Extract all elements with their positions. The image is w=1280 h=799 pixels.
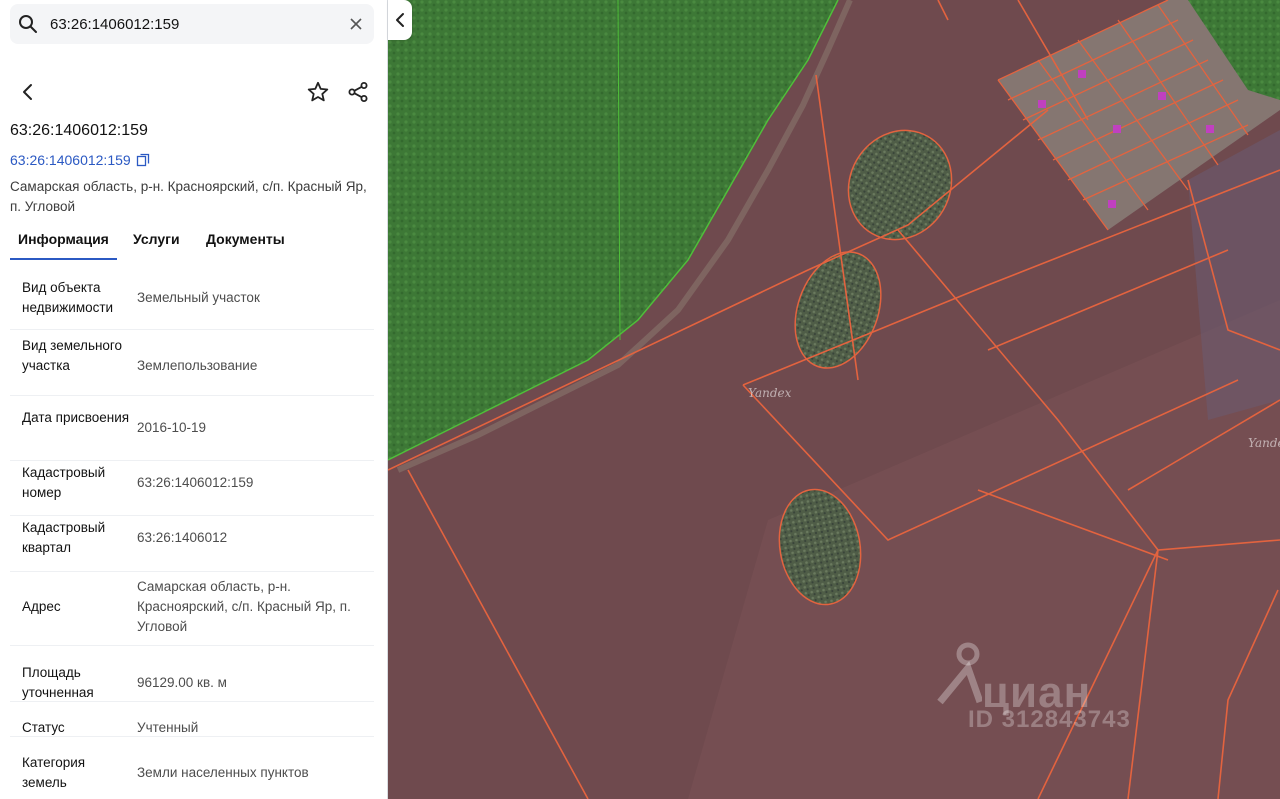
side-panel: 63:26:1406012:159 63:26:1406012:159 Сама… (0, 0, 388, 799)
property-key: Вид земельного участка (22, 338, 123, 373)
property-key: Площадь уточненная (22, 665, 94, 700)
properties-table: Вид объекта недвижимости Земельный участ… (10, 263, 374, 799)
property-key: Адрес (22, 599, 61, 614)
property-value: 96129.00 кв. м (137, 675, 227, 690)
property-value: Земельный участок (137, 290, 260, 305)
provider-label: Yandex (1248, 436, 1280, 450)
table-row: Кадастровый квартал 63:26:1406012 (10, 516, 374, 572)
property-key: Кадастровый квартал (22, 520, 106, 555)
chevron-left-icon[interactable] (393, 12, 407, 28)
table-row: Вид земельного участка Землепользование (10, 330, 374, 396)
table-row: Кадастровый номер 63:26:1406012:159 (10, 461, 374, 516)
search-icon[interactable] (18, 14, 38, 34)
provider-label: Yandex (748, 386, 792, 400)
property-value: 63:26:1406012 (137, 530, 228, 545)
tab-bar: Информация Услуги Документы (10, 228, 374, 260)
search-input[interactable] (50, 10, 340, 38)
copy-icon[interactable] (136, 153, 150, 167)
share-icon[interactable] (346, 80, 370, 104)
property-value: Учтенный (137, 720, 199, 735)
object-header (10, 76, 374, 108)
table-row: Адрес Самарская область, р-н. Красноярск… (10, 572, 374, 646)
cadastral-link[interactable]: 63:26:1406012:159 (10, 152, 150, 168)
property-key: Статус (22, 720, 65, 735)
table-row: Статус Учтенный (10, 702, 374, 737)
search-bar (10, 4, 374, 44)
property-key: Категория земель (22, 755, 86, 790)
object-title: 63:26:1406012:159 (10, 122, 148, 139)
property-value: Самарская область, р-н. Красноярский, с/… (137, 579, 351, 634)
property-value: Земли населенных пунктов (137, 765, 309, 780)
property-key: Кадастровый номер (22, 465, 106, 500)
table-row: Дата присвоения 2016-10-19 (10, 396, 374, 461)
property-value: 63:26:1406012:159 (137, 475, 254, 490)
object-address: Самарская область, р-н. Красноярский, с/… (10, 179, 367, 214)
watermark-id: ID 312843743 (968, 706, 1131, 733)
property-value: 2016-10-19 (137, 420, 207, 435)
watermark: циан ID 312843743 (932, 640, 1172, 740)
tab-documents[interactable]: Документы (206, 228, 285, 260)
collapse-panel-button[interactable] (388, 0, 412, 40)
close-icon[interactable] (346, 14, 366, 34)
cadastral-link-text[interactable]: 63:26:1406012:159 (10, 152, 131, 168)
tab-services[interactable]: Услуги (133, 228, 180, 260)
property-key: Дата присвоения (22, 410, 130, 425)
map-pin-icon (937, 642, 982, 705)
table-row: Вид объекта недвижимости Земельный участ… (10, 263, 374, 330)
table-row: Категория земель Земли населенных пункто… (10, 737, 374, 799)
property-value: Землепользование (137, 358, 258, 373)
star-icon[interactable] (306, 80, 330, 104)
table-row: Площадь уточненная 96129.00 кв. м (10, 646, 374, 702)
chevron-left-icon[interactable] (16, 80, 40, 104)
property-key: Вид объекта недвижимости (22, 280, 114, 315)
tab-information[interactable]: Информация (10, 228, 117, 260)
